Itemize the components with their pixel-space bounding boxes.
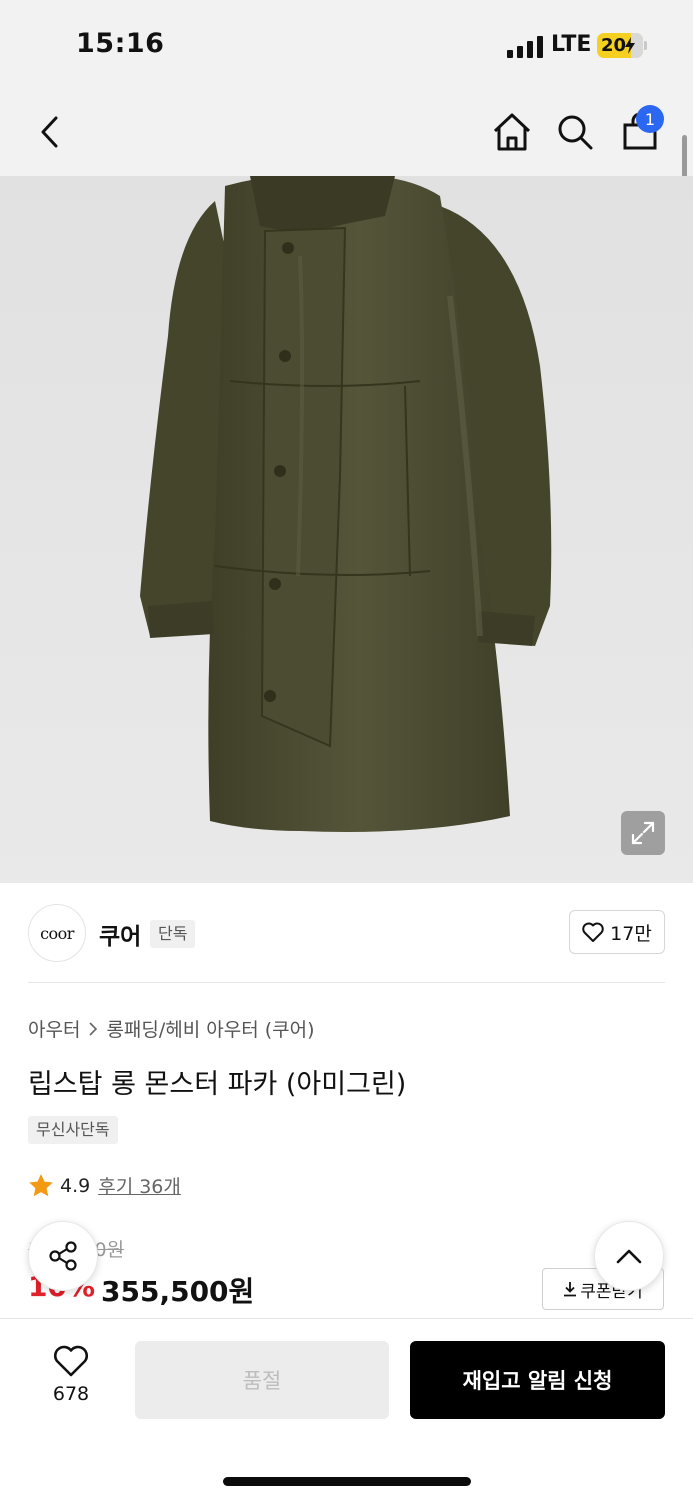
soldout-label: 품절 [242, 1369, 282, 1393]
chevron-up-icon [616, 1249, 642, 1264]
status-time: 15:16 [76, 28, 165, 59]
home-indicator [223, 1477, 471, 1486]
battery-level: 20 [601, 35, 627, 56]
exclusive-badge: 무신사단독 [28, 1116, 118, 1144]
product-like-count: 678 [52, 1383, 90, 1405]
brand-like-count: 17만 [610, 922, 652, 945]
brand-name[interactable]: 쿠어 [99, 917, 141, 951]
share-icon [49, 1241, 77, 1271]
top-nav-bar [0, 92, 693, 176]
back-button[interactable] [20, 102, 80, 162]
brand-row: coor 쿠어 단독 17만 [28, 904, 665, 962]
rating-score: 4.9 [60, 1174, 91, 1197]
restock-label: 재입고 알림 신청 [462, 1369, 613, 1393]
download-icon [564, 1282, 577, 1297]
breadcrumb: 아우터 롱패딩/헤비 아우터 (쿠어) [28, 1015, 315, 1042]
product-like-button[interactable]: 678 [36, 1345, 106, 1405]
share-button[interactable] [28, 1221, 98, 1291]
bottom-action-bar: 678 품절 재입고 알림 신청 [0, 1318, 693, 1500]
rating-row: 4.9 후기 36개 [28, 1172, 181, 1199]
back-icon [41, 116, 58, 148]
network-label: LTE [551, 32, 592, 57]
home-button[interactable] [482, 102, 542, 162]
expand-image-button[interactable] [621, 811, 665, 855]
battery-icon: 20 [597, 33, 643, 58]
heart-icon [582, 922, 604, 942]
scroll-top-button[interactable] [594, 1221, 664, 1291]
brand-exclusive-tag: 단독 [150, 920, 196, 948]
search-button[interactable] [545, 102, 605, 162]
product-title: 립스탑 롱 몬스터 파카 (아미그린) [28, 1069, 407, 1100]
breadcrumb-category[interactable]: 아우터 [28, 1015, 80, 1042]
divider [28, 982, 665, 983]
parka-illustration [140, 176, 552, 832]
breadcrumb-subcategory[interactable]: 롱패딩/헤비 아우터 (쿠어) [106, 1015, 314, 1042]
brand-logo-text: coor [40, 923, 74, 943]
home-icon [493, 113, 531, 151]
brand-like-button[interactable]: 17만 [569, 910, 665, 954]
signal-icon [507, 36, 543, 58]
chevron-right-icon [89, 1021, 98, 1036]
heart-icon [54, 1345, 88, 1377]
status-bar: 15:16 LTE 20 [0, 0, 693, 92]
search-icon [558, 115, 593, 150]
review-link[interactable]: 후기 36개 [98, 1172, 181, 1199]
expand-icon [631, 821, 655, 845]
sale-price: 355,500원 [101, 1275, 255, 1308]
soldout-button: 품절 [135, 1341, 389, 1419]
restock-alert-button[interactable]: 재입고 알림 신청 [410, 1341, 665, 1419]
brand-logo[interactable]: coor [28, 904, 86, 962]
star-icon [29, 1174, 53, 1197]
cart-count-badge: 1 [636, 105, 664, 133]
product-image[interactable] [0, 176, 693, 883]
